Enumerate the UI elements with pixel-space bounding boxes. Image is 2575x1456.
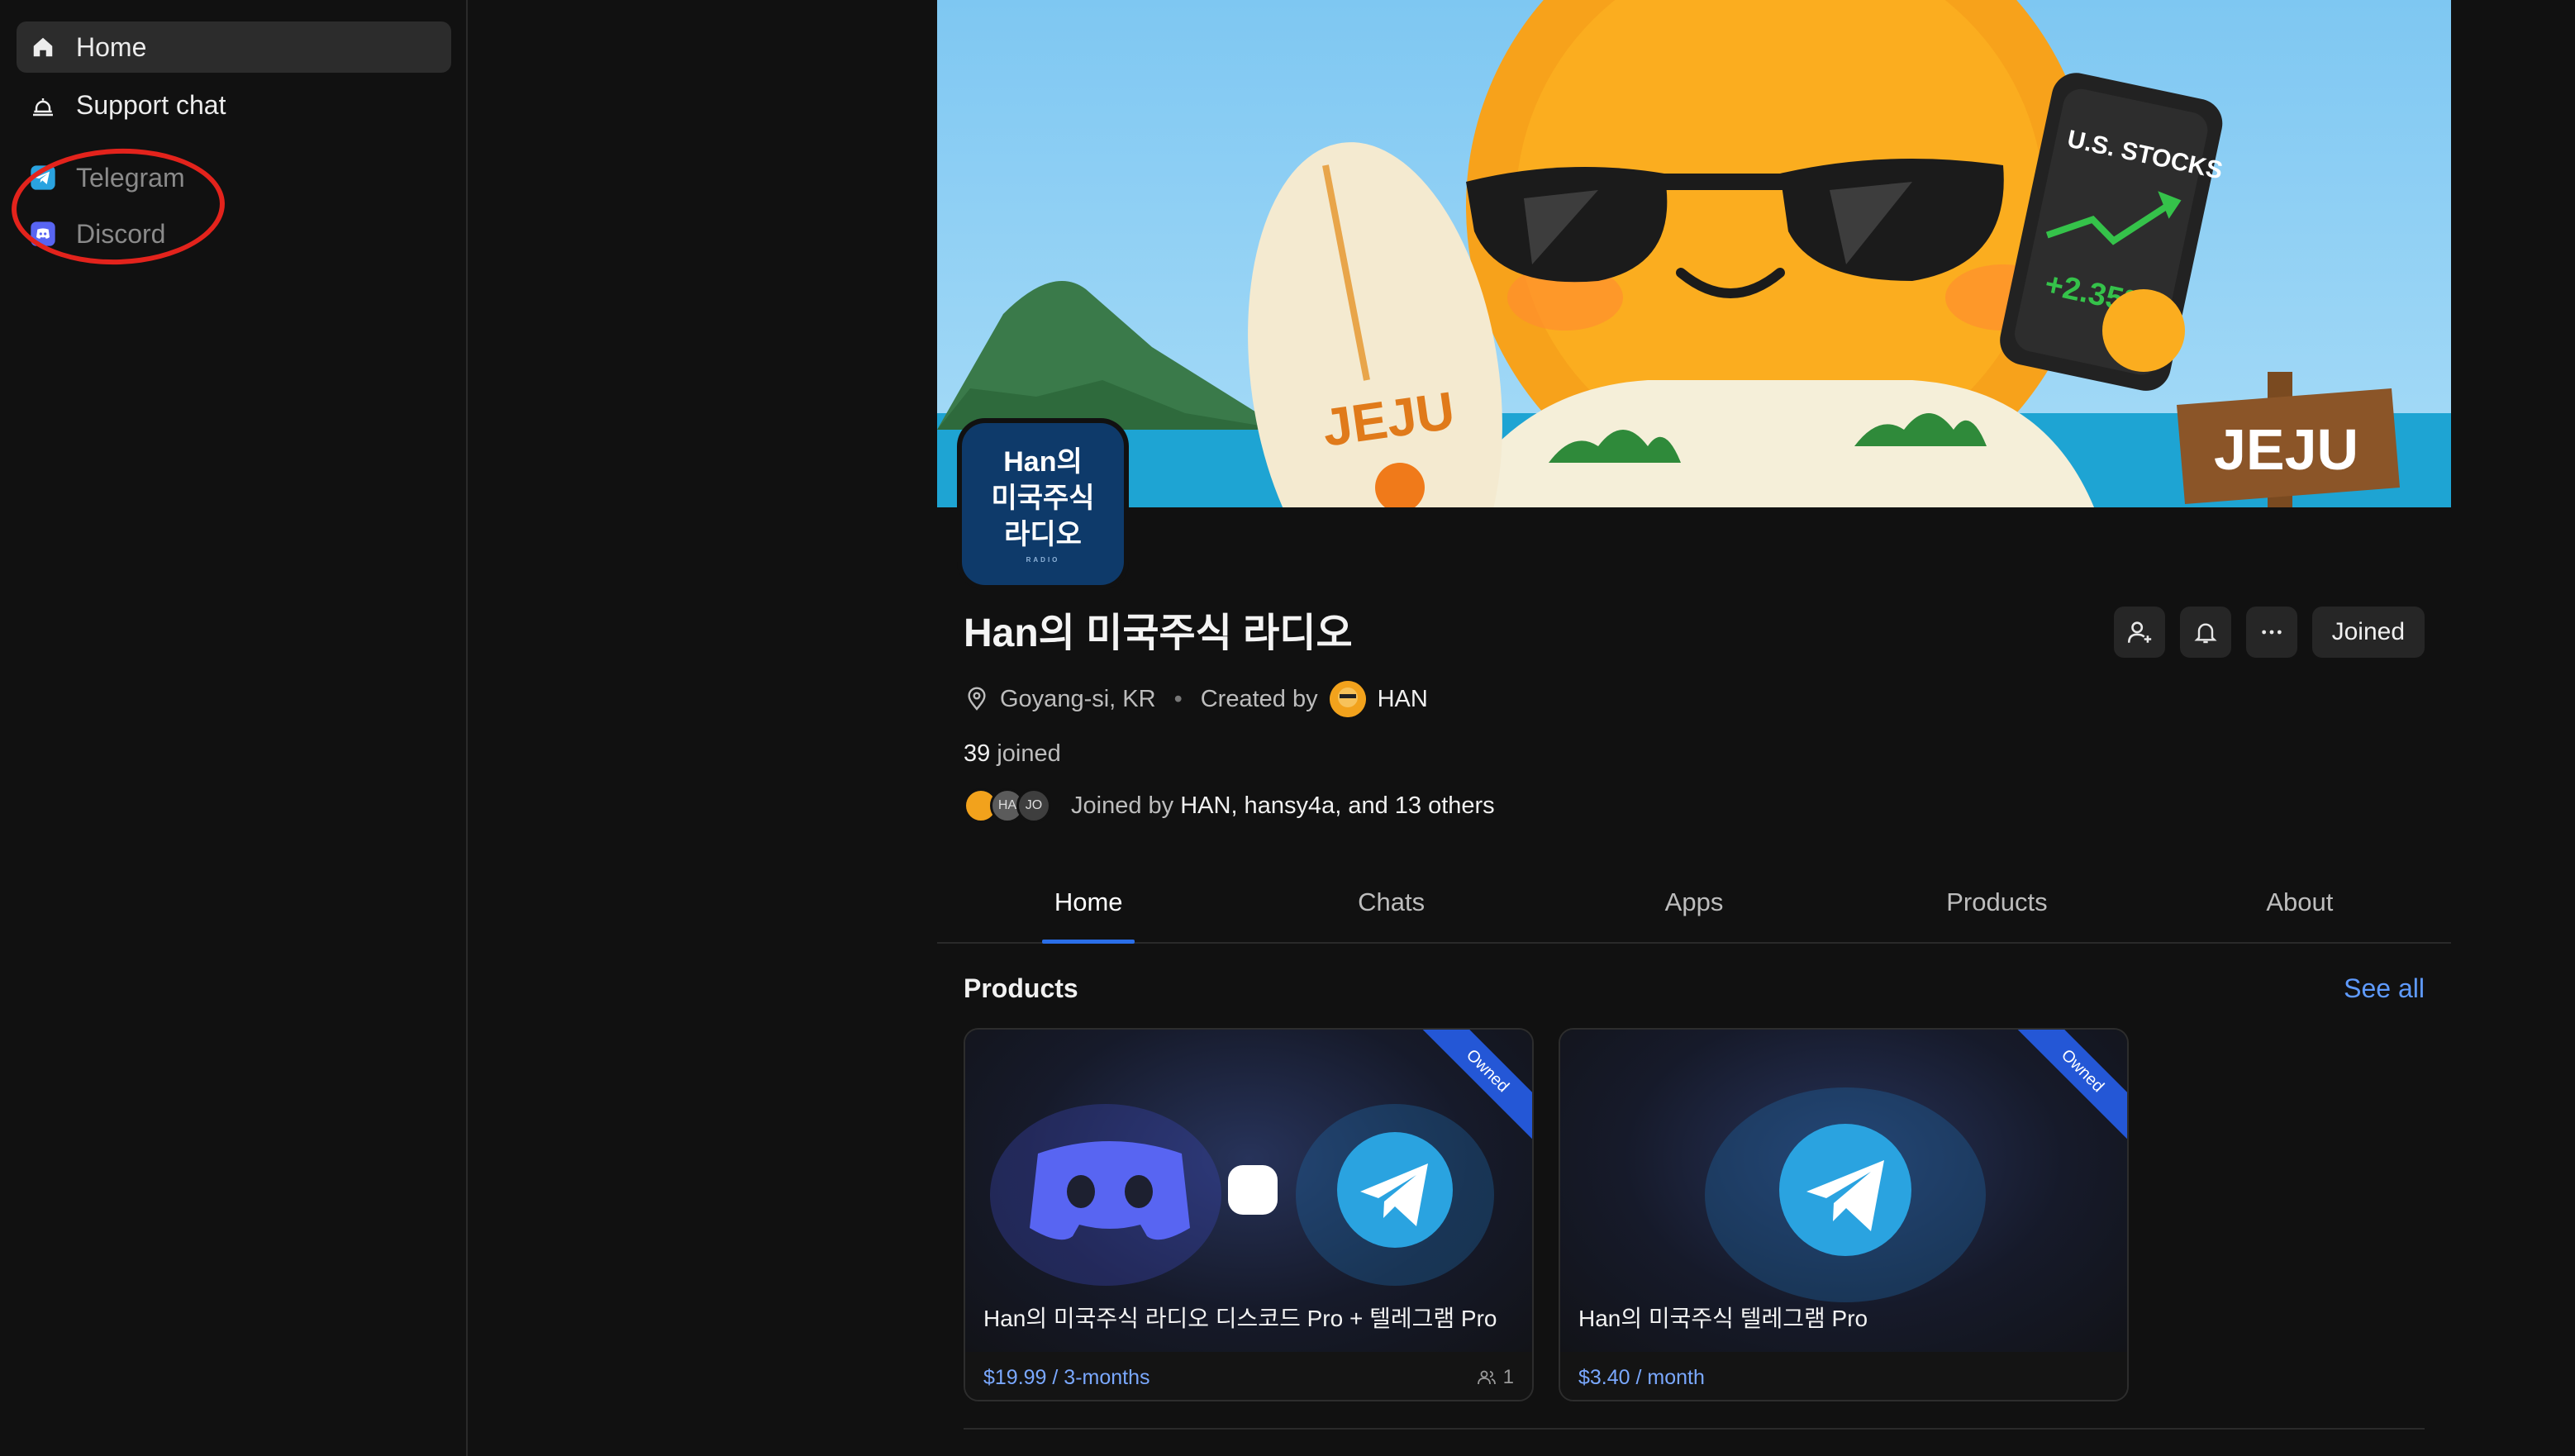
banner-illustration: JEJU U.S. STOCKS +2.35% JEJU — [937, 0, 2451, 507]
sidebar-item-label: Home — [76, 31, 147, 62]
sidebar-item-label: Support chat — [76, 89, 226, 120]
product-card[interactable]: Han의 미국주식 라디오 디스코드 Pro + 텔레그램 Pro Owned … — [964, 1028, 1534, 1401]
joined-button[interactable]: Joined — [2311, 607, 2425, 658]
discord-icon — [1030, 1141, 1190, 1240]
add-user-icon — [2127, 621, 2151, 643]
tab-about[interactable]: About — [2149, 863, 2451, 942]
creator-name[interactable]: HAN — [1378, 686, 1428, 713]
sidebar: Home Support chat Telegram Discord — [0, 0, 468, 1456]
home-icon — [30, 34, 56, 60]
bell-icon — [2194, 623, 2217, 644]
invite-button[interactable] — [2113, 607, 2165, 658]
product-card-art: Han의 미국주식 라디오 디스코드 Pro + 텔레그램 Pro — [965, 1030, 1532, 1352]
product-card[interactable]: Han의 미국주식 텔레그램 Pro Owned $3.40 / month — [1559, 1028, 2129, 1401]
group-avatar: Han의 미국주식 라디오 RADIO — [957, 418, 1129, 590]
created-by-label: Created by — [1200, 685, 1318, 712]
cover-banner: JEJU U.S. STOCKS +2.35% JEJU — [937, 0, 2451, 507]
page-title: Han의 미국주식 라디오 — [964, 611, 1353, 655]
section-title: Products — [964, 973, 1078, 1003]
meta-separator: • — [1173, 685, 1183, 712]
more-button[interactable] — [2245, 607, 2297, 658]
member-count-value: 1 — [1502, 1366, 1514, 1388]
notifications-button[interactable] — [2179, 607, 2231, 658]
sidebar-item-support-chat[interactable]: Support chat — [17, 79, 451, 131]
avatar-line-2: 미국주식 — [991, 483, 1095, 514]
product-title: Han의 미국주식 라디오 디스코드 Pro + 텔레그램 Pro — [983, 1306, 1497, 1331]
avatar-line-1: Han의 — [1003, 446, 1083, 478]
bell-icon — [30, 92, 56, 118]
more-icon — [2261, 630, 2282, 635]
joined-count: 39 joined — [964, 740, 1061, 768]
group-avatar-logo: Han의 미국주식 라디오 RADIO — [962, 423, 1124, 585]
products-section-header: Products See all — [964, 968, 2425, 1008]
product-title: Han의 미국주식 텔레그램 Pro — [1578, 1306, 1868, 1331]
tab-home[interactable]: Home — [937, 863, 1240, 942]
creator-avatar[interactable] — [1329, 681, 1366, 717]
sign-text: JEJU — [2214, 417, 2358, 482]
group-meta: Goyang-si, KR • Created by HAN — [964, 681, 1428, 717]
app-window: Home Support chat Telegram Discord JEJU … — [0, 0, 2575, 1456]
main-content: JEJU U.S. STOCKS +2.35% JEJU Han의 미국주식 라… — [937, 0, 2451, 1456]
sidebar-item-home[interactable]: Home — [17, 21, 451, 73]
product-card-art: Han의 미국주식 텔레그램 Pro — [1560, 1030, 2127, 1352]
member-avatar: JO — [1016, 788, 1051, 823]
tab-chats[interactable]: Chats — [1240, 863, 1542, 942]
group-tabs: Home Chats Apps Products About — [937, 863, 2451, 944]
section-divider — [964, 1428, 2425, 1430]
location-pin-icon — [968, 687, 986, 711]
tab-apps[interactable]: Apps — [1543, 863, 1845, 942]
location-text: Goyang-si, KR — [1000, 685, 1156, 712]
header-actions: Joined — [2113, 607, 2425, 658]
product-price: $19.99 / 3-months — [983, 1365, 1150, 1389]
joined-by-suffix: and 13 others — [1348, 792, 1495, 819]
product-footer: $19.99 / 3-months 1 — [965, 1352, 1532, 1400]
members-icon — [1477, 1370, 1496, 1385]
product-footer: $3.40 / month — [1560, 1352, 2127, 1400]
avatar-line-3: 라디오 — [1004, 519, 1082, 550]
telegram-icon — [1779, 1124, 1911, 1256]
product-price: $3.40 / month — [1578, 1365, 1705, 1389]
joined-by-row[interactable]: HA JO Joined by HAN, hansy4a, and 13 oth… — [964, 788, 1495, 823]
tab-products[interactable]: Products — [1845, 863, 2148, 942]
avatar-small-text: RADIO — [1026, 556, 1060, 564]
plus-connector-icon — [1228, 1165, 1278, 1215]
joined-count-number: 39 — [964, 740, 991, 767]
joined-by-prefix: Joined by — [1071, 792, 1174, 819]
see-all-link[interactable]: See all — [2344, 973, 2425, 1004]
telegram-icon — [1337, 1132, 1453, 1248]
member-count: 1 — [1477, 1366, 1514, 1389]
joined-by-text: Joined by HAN, hansy4a, and 13 others — [1071, 792, 1495, 820]
joined-by-names: HAN, hansy4a, — [1180, 792, 1342, 819]
joined-count-label: joined — [997, 740, 1061, 767]
